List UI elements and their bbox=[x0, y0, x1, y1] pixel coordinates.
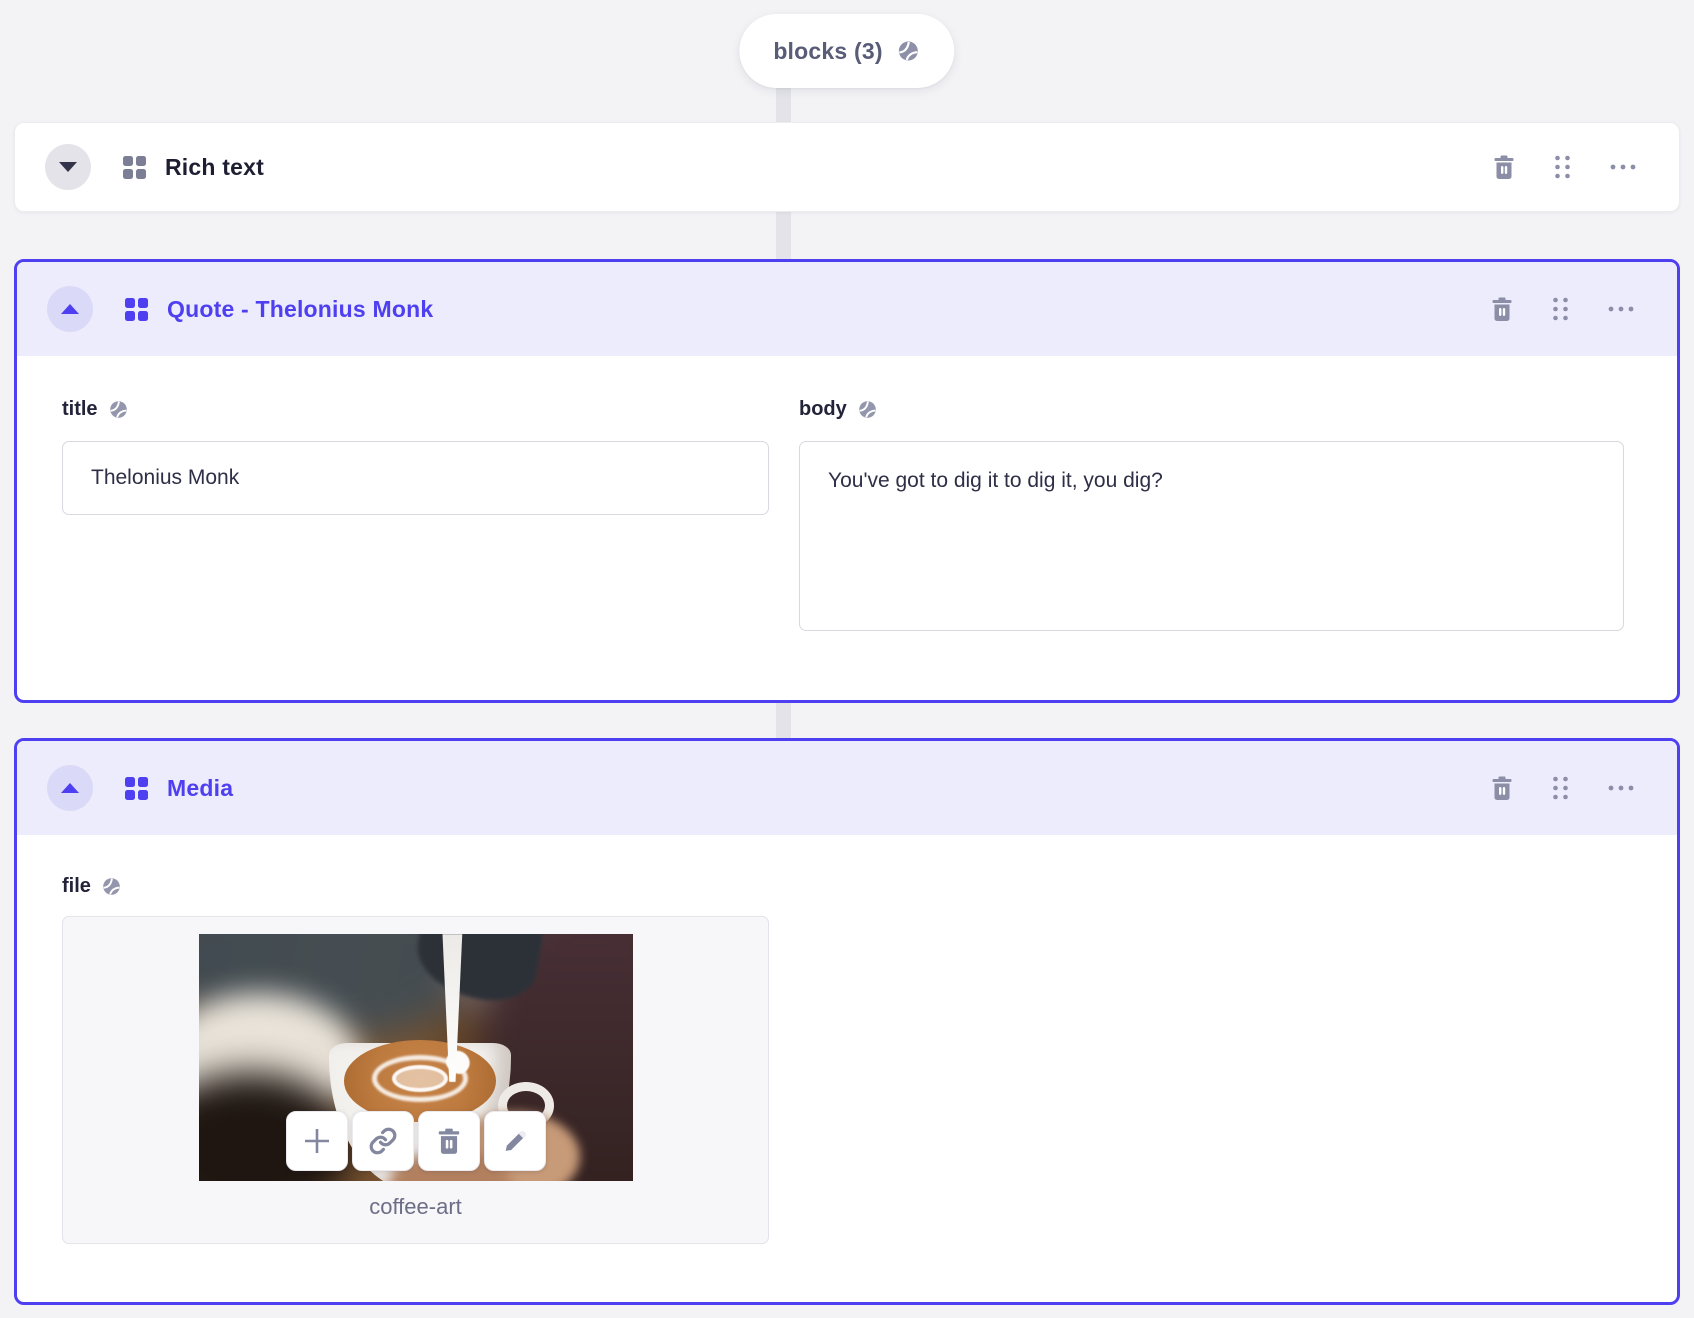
plus-icon bbox=[304, 1129, 329, 1153]
field-label: title bbox=[62, 398, 98, 420]
edit-media-button[interactable] bbox=[483, 1111, 546, 1171]
blocks-grid-icon bbox=[125, 297, 148, 321]
globe-icon bbox=[897, 39, 921, 63]
chevron-up-icon bbox=[61, 304, 79, 314]
link-media-button[interactable] bbox=[351, 1111, 414, 1171]
ellipsis-icon bbox=[1610, 164, 1636, 170]
block-header: Media bbox=[17, 741, 1677, 835]
block-actions bbox=[1490, 296, 1635, 322]
drag-handle[interactable] bbox=[1551, 775, 1570, 801]
ellipsis-icon bbox=[1608, 306, 1634, 312]
block-title: Quote - Thelonius Monk bbox=[167, 295, 434, 322]
trash-icon bbox=[1494, 155, 1514, 179]
blocks-array-pill[interactable]: blocks (3) bbox=[739, 14, 955, 88]
file-field-box: coffee-art bbox=[62, 916, 769, 1244]
drag-handle-icon bbox=[1553, 297, 1568, 321]
add-media-button[interactable] bbox=[285, 1111, 348, 1171]
block-title: Rich text bbox=[165, 153, 264, 180]
field-label: file bbox=[62, 875, 91, 897]
delete-block-button[interactable] bbox=[1490, 296, 1514, 322]
drag-handle[interactable] bbox=[1551, 296, 1570, 322]
globe-icon bbox=[101, 876, 122, 897]
collapse-toggle-button[interactable] bbox=[47, 765, 93, 811]
block-header: Quote - Thelonius Monk bbox=[17, 262, 1677, 356]
ellipsis-icon bbox=[1608, 785, 1634, 791]
block-actions bbox=[1490, 775, 1635, 801]
blocks-editor: blocks (3) Rich text Quote - Thelonius M… bbox=[0, 0, 1694, 1318]
field-body: body You've got to dig it to dig it, you… bbox=[799, 398, 1624, 636]
collapse-toggle-button[interactable] bbox=[47, 286, 93, 332]
block-title: Media bbox=[167, 774, 234, 801]
pencil-icon bbox=[505, 1131, 525, 1151]
field-label: body bbox=[799, 398, 847, 420]
block-content: file coffee-art bbox=[17, 835, 1677, 1244]
block-rich-text: Rich text bbox=[14, 122, 1680, 212]
field-title: title bbox=[62, 398, 769, 636]
field-label-row: body bbox=[799, 398, 1624, 421]
more-options-button[interactable] bbox=[1609, 163, 1637, 171]
block-content: title body You've got to dig it to dig i… bbox=[17, 356, 1677, 636]
chevron-up-icon bbox=[61, 783, 79, 793]
chevron-down-icon bbox=[59, 162, 77, 172]
body-textarea[interactable]: You've got to dig it to dig it, you dig? bbox=[799, 441, 1624, 631]
blocks-array-pill-label: blocks (3) bbox=[773, 37, 883, 64]
block-actions bbox=[1492, 154, 1637, 180]
trash-icon bbox=[438, 1128, 459, 1154]
trash-icon bbox=[1492, 297, 1512, 321]
drag-handle[interactable] bbox=[1553, 154, 1572, 180]
media-preview-image bbox=[198, 934, 633, 1181]
media-toolbar bbox=[285, 1111, 546, 1171]
drag-handle-icon bbox=[1555, 155, 1570, 179]
block-header: Rich text bbox=[15, 123, 1679, 211]
remove-media-button[interactable] bbox=[417, 1111, 480, 1171]
globe-icon bbox=[108, 399, 129, 420]
more-options-button[interactable] bbox=[1607, 305, 1635, 313]
blocks-grid-icon bbox=[125, 776, 148, 800]
globe-icon bbox=[857, 399, 878, 420]
link-icon bbox=[369, 1127, 396, 1155]
title-input[interactable] bbox=[62, 441, 769, 515]
expand-toggle-button[interactable] bbox=[45, 144, 91, 190]
blocks-grid-icon bbox=[123, 155, 146, 179]
field-label-row: title bbox=[62, 398, 769, 421]
field-label-row: file bbox=[62, 875, 1677, 898]
more-options-button[interactable] bbox=[1607, 784, 1635, 792]
connector-line bbox=[776, 206, 791, 264]
drag-handle-icon bbox=[1553, 776, 1568, 800]
delete-block-button[interactable] bbox=[1492, 154, 1516, 180]
connector-line bbox=[776, 698, 791, 742]
block-media: Media file coffee-art bbox=[14, 738, 1680, 1305]
trash-icon bbox=[1492, 776, 1512, 800]
file-name-caption: coffee-art bbox=[369, 1194, 462, 1219]
delete-block-button[interactable] bbox=[1490, 775, 1514, 801]
block-quote: Quote - Thelonius Monk title Thelonius M… bbox=[14, 259, 1680, 703]
